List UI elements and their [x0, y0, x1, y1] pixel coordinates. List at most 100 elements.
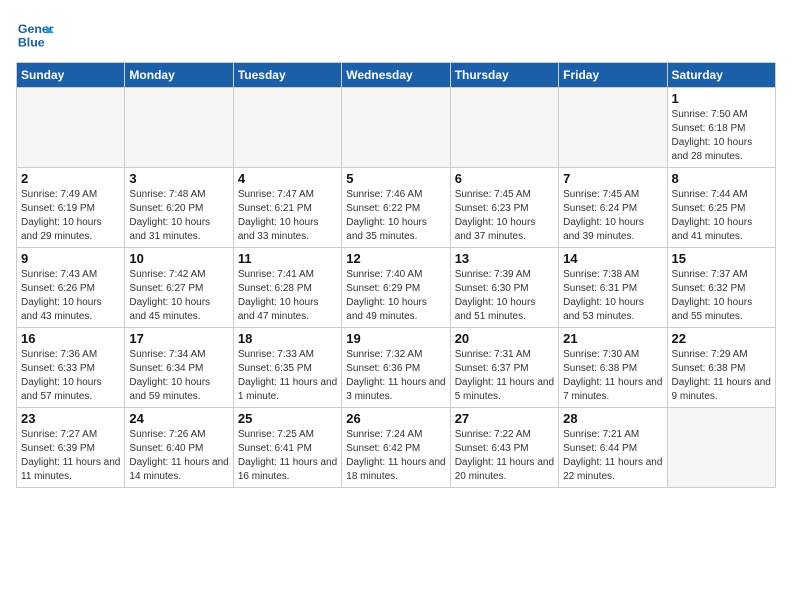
- calendar-cell: 8 Sunrise: 7:44 AM Sunset: 6:25 PM Daylig…: [667, 168, 775, 248]
- weekday-header-thursday: Thursday: [450, 63, 558, 88]
- day-number: 1: [672, 91, 771, 106]
- calendar-cell: 7 Sunrise: 7:45 AM Sunset: 6:24 PM Daylig…: [559, 168, 667, 248]
- day-number: 22: [672, 331, 771, 346]
- calendar-cell: 15 Sunrise: 7:37 AM Sunset: 6:32 PM Dayli…: [667, 248, 775, 328]
- calendar-cell: 3 Sunrise: 7:48 AM Sunset: 6:20 PM Daylig…: [125, 168, 233, 248]
- day-number: 4: [238, 171, 337, 186]
- day-info: Sunrise: 7:41 AM Sunset: 6:28 PM Dayligh…: [238, 268, 337, 324]
- calendar-cell: 13Sunrise: 7:39 AM Sunset: 6:30 PM Dayli…: [450, 248, 558, 328]
- day-number: 25: [238, 411, 337, 426]
- calendar-cell: 6 Sunrise: 7:45 AM Sunset: 6:23 PM Daylig…: [450, 168, 558, 248]
- day-info: Sunrise: 7:48 AM Sunset: 6:20 PM Dayligh…: [129, 188, 228, 244]
- day-number: 19: [346, 331, 445, 346]
- day-info: Sunrise: 7:30 AM Sunset: 6:38 PM Dayligh…: [563, 348, 662, 404]
- calendar-cell: 26 Sunrise: 7:24 AM Sunset: 6:42 PM Dayli…: [342, 408, 450, 488]
- day-number: 28: [563, 411, 662, 426]
- day-number: 15: [672, 251, 771, 266]
- calendar-cell: 19 Sunrise: 7:32 AM Sunset: 6:36 PM Dayli…: [342, 328, 450, 408]
- day-info: Sunrise: 7:44 AM Sunset: 6:25 PM Dayligh…: [672, 188, 771, 244]
- day-info: Sunrise: 7:42 AM Sunset: 6:27 PM Dayligh…: [129, 268, 228, 324]
- calendar-table: SundayMondayTuesdayWednesdayThursdayFrid…: [16, 62, 776, 488]
- calendar-cell: 4 Sunrise: 7:47 AM Sunset: 6:21 PM Daylig…: [233, 168, 341, 248]
- calendar-cell: [233, 88, 341, 168]
- calendar-cell: 16Sunrise: 7:36 AM Sunset: 6:33 PM Dayli…: [17, 328, 125, 408]
- day-info: Sunrise: 7:25 AM Sunset: 6:41 PM Dayligh…: [238, 428, 337, 484]
- weekday-header-wednesday: Wednesday: [342, 63, 450, 88]
- calendar-cell: 2 Sunrise: 7:49 AM Sunset: 6:19 PM Daylig…: [17, 168, 125, 248]
- day-info: Sunrise: 7:45 AM Sunset: 6:24 PM Dayligh…: [563, 188, 662, 244]
- day-number: 7: [563, 171, 662, 186]
- calendar-cell: [559, 88, 667, 168]
- calendar-cell: [450, 88, 558, 168]
- day-number: 18: [238, 331, 337, 346]
- day-number: 21: [563, 331, 662, 346]
- calendar-cell: 17 Sunrise: 7:34 AM Sunset: 6:34 PM Dayli…: [125, 328, 233, 408]
- day-number: 20: [455, 331, 554, 346]
- calendar-cell: 24 Sunrise: 7:26 AM Sunset: 6:40 PM Dayli…: [125, 408, 233, 488]
- svg-text:Blue: Blue: [18, 35, 45, 49]
- weekday-header-saturday: Saturday: [667, 63, 775, 88]
- day-number: 9: [21, 251, 120, 266]
- day-number: 12: [346, 251, 445, 266]
- day-info: Sunrise: 7:45 AM Sunset: 6:23 PM Dayligh…: [455, 188, 554, 244]
- calendar-cell: 14 Sunrise: 7:38 AM Sunset: 6:31 PM Dayli…: [559, 248, 667, 328]
- day-info: Sunrise: 7:50 AM Sunset: 6:18 PM Dayligh…: [672, 108, 771, 164]
- day-info: Sunrise: 7:38 AM Sunset: 6:31 PM Dayligh…: [563, 268, 662, 324]
- calendar-cell: [342, 88, 450, 168]
- calendar-cell: 27 Sunrise: 7:22 AM Sunset: 6:43 PM Dayli…: [450, 408, 558, 488]
- day-number: 3: [129, 171, 228, 186]
- day-number: 27: [455, 411, 554, 426]
- day-info: Sunrise: 7:46 AM Sunset: 6:22 PM Dayligh…: [346, 188, 445, 244]
- weekday-header-friday: Friday: [559, 63, 667, 88]
- day-number: 26: [346, 411, 445, 426]
- calendar-cell: 5 Sunrise: 7:46 AM Sunset: 6:22 PM Daylig…: [342, 168, 450, 248]
- calendar-cell: 22 Sunrise: 7:29 AM Sunset: 6:38 PM Dayli…: [667, 328, 775, 408]
- calendar-cell: 21 Sunrise: 7:30 AM Sunset: 6:38 PM Dayli…: [559, 328, 667, 408]
- calendar-cell: 18 Sunrise: 7:33 AM Sunset: 6:35 PM Dayli…: [233, 328, 341, 408]
- calendar-cell: 28 Sunrise: 7:21 AM Sunset: 6:44 PM Dayli…: [559, 408, 667, 488]
- day-number: 14: [563, 251, 662, 266]
- calendar-cell: 23 Sunrise: 7:27 AM Sunset: 6:39 PM Dayli…: [17, 408, 125, 488]
- logo: General Blue: [16, 16, 58, 54]
- day-info: Sunrise: 7:22 AM Sunset: 6:43 PM Dayligh…: [455, 428, 554, 484]
- day-info: Sunrise: 7:40 AM Sunset: 6:29 PM Dayligh…: [346, 268, 445, 324]
- day-info: Sunrise: 7:21 AM Sunset: 6:44 PM Dayligh…: [563, 428, 662, 484]
- calendar-cell: [125, 88, 233, 168]
- day-info: Sunrise: 7:43 AM Sunset: 6:26 PM Dayligh…: [21, 268, 120, 324]
- calendar-cell: 9 Sunrise: 7:43 AM Sunset: 6:26 PM Daylig…: [17, 248, 125, 328]
- day-info: Sunrise: 7:49 AM Sunset: 6:19 PM Dayligh…: [21, 188, 120, 244]
- calendar-cell: [667, 408, 775, 488]
- day-info: Sunrise: 7:31 AM Sunset: 6:37 PM Dayligh…: [455, 348, 554, 404]
- weekday-header-tuesday: Tuesday: [233, 63, 341, 88]
- calendar-cell: 25 Sunrise: 7:25 AM Sunset: 6:41 PM Dayli…: [233, 408, 341, 488]
- day-number: 13: [455, 251, 554, 266]
- weekday-header-sunday: Sunday: [17, 63, 125, 88]
- calendar-cell: 12 Sunrise: 7:40 AM Sunset: 6:29 PM Dayli…: [342, 248, 450, 328]
- day-number: 10: [129, 251, 228, 266]
- day-number: 6: [455, 171, 554, 186]
- day-info: Sunrise: 7:36 AM Sunset: 6:33 PM Dayligh…: [21, 348, 120, 404]
- calendar-cell: 11 Sunrise: 7:41 AM Sunset: 6:28 PM Dayli…: [233, 248, 341, 328]
- calendar-cell: 1 Sunrise: 7:50 AM Sunset: 6:18 PM Daylig…: [667, 88, 775, 168]
- day-info: Sunrise: 7:37 AM Sunset: 6:32 PM Dayligh…: [672, 268, 771, 324]
- day-info: Sunrise: 7:32 AM Sunset: 6:36 PM Dayligh…: [346, 348, 445, 404]
- calendar-cell: 20 Sunrise: 7:31 AM Sunset: 6:37 PM Dayli…: [450, 328, 558, 408]
- day-number: 2: [21, 171, 120, 186]
- day-info: Sunrise: 7:34 AM Sunset: 6:34 PM Dayligh…: [129, 348, 228, 404]
- day-info: Sunrise: 7:33 AM Sunset: 6:35 PM Dayligh…: [238, 348, 337, 404]
- day-info: Sunrise: 7:29 AM Sunset: 6:38 PM Dayligh…: [672, 348, 771, 404]
- calendar-cell: [17, 88, 125, 168]
- day-number: 17: [129, 331, 228, 346]
- calendar-cell: 10 Sunrise: 7:42 AM Sunset: 6:27 PM Dayli…: [125, 248, 233, 328]
- day-info: Sunrise: 7:27 AM Sunset: 6:39 PM Dayligh…: [21, 428, 120, 484]
- day-info: Sunrise: 7:26 AM Sunset: 6:40 PM Dayligh…: [129, 428, 228, 484]
- day-number: 24: [129, 411, 228, 426]
- day-number: 5: [346, 171, 445, 186]
- day-number: 11: [238, 251, 337, 266]
- day-number: 23: [21, 411, 120, 426]
- day-info: Sunrise: 7:24 AM Sunset: 6:42 PM Dayligh…: [346, 428, 445, 484]
- day-info: Sunrise: 7:47 AM Sunset: 6:21 PM Dayligh…: [238, 188, 337, 244]
- page-header: General Blue: [16, 16, 776, 54]
- weekday-header-monday: Monday: [125, 63, 233, 88]
- day-number: 8: [672, 171, 771, 186]
